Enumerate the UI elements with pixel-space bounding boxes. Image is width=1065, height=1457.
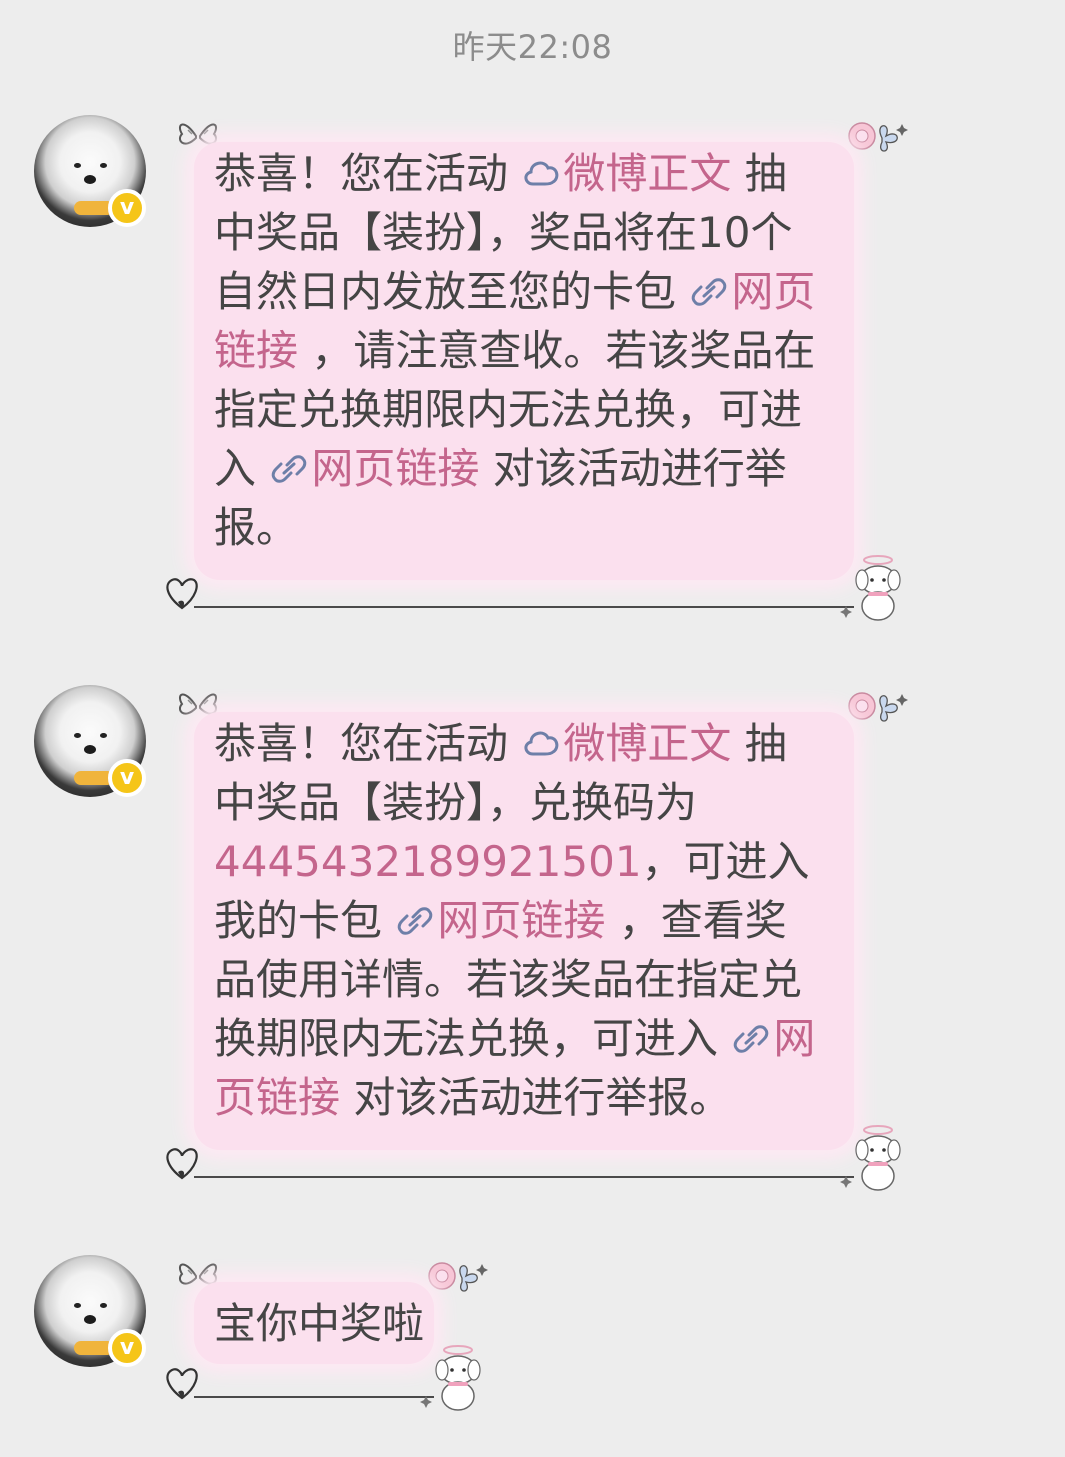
message-text-segment: 换期限内无法兑换，可进入 [214, 1014, 732, 1063]
message-line: 换期限内无法兑换，可进入 网 [214, 1009, 815, 1068]
message-line: 页链接 对该活动进行举报。 [214, 1068, 815, 1127]
flower-butterfly-doodle-icon [848, 122, 908, 152]
message-link[interactable]: 网页 [731, 267, 815, 316]
message-link[interactable]: 4445432189921501 [214, 837, 642, 886]
message-link[interactable]: 链接 [214, 326, 298, 375]
message-text-segment: 恭喜！您在活动 [214, 719, 522, 768]
verified-badge-icon: v [108, 759, 146, 797]
message-bubble[interactable]: 恭喜！您在活动 微博正文 抽中奖品【装扮】，奖品将在10个 自然日内发放至您的卡包… [166, 110, 910, 621]
message-line: 4445432189921501，可进入 [214, 832, 815, 891]
message-text-segment: 报。 [214, 503, 299, 552]
avatar[interactable]: v [34, 685, 146, 797]
link-icon [272, 455, 307, 483]
link-icon [734, 1025, 769, 1053]
message-text-segment: 自然日内发放至您的卡包 [214, 267, 690, 316]
message-timestamp: 昨天22:08 [452, 28, 613, 66]
message-text: 恭喜！您在活动 微博正文 抽中奖品【装扮】，奖品将在10个 自然日内发放至您的卡包… [214, 144, 815, 557]
message-text-segment: ，可进入 [641, 837, 810, 886]
flower-butterfly-doodle-icon [848, 692, 908, 722]
message-text-segment: 中奖品【装扮】，兑换码为 [214, 778, 698, 827]
angel-puppy-sticker-icon [420, 1345, 481, 1411]
message-text-segment: 入 [214, 444, 270, 493]
message-bubble[interactable]: 恭喜！您在活动 微博正文 抽中奖品【装扮】，兑换码为 44454321899215… [166, 680, 910, 1191]
message-line: 宝你中奖啦 [214, 1294, 424, 1353]
angel-puppy-sticker-icon [840, 555, 901, 621]
message-text-segment: 指定兑换期限内无法兑换，可进 [214, 385, 803, 434]
message-line: 自然日内发放至您的卡包 网页 [214, 262, 815, 321]
message-text-segment: ，请注意查收。若该奖品在 [298, 326, 816, 375]
message-line: 报。 [214, 498, 815, 557]
link-icon [398, 907, 433, 935]
message-text-segment: ，查看奖 [605, 896, 787, 945]
message-line: 恭喜！您在活动 微博正文 抽 [214, 144, 815, 203]
message-link[interactable]: 网 [773, 1014, 815, 1063]
message-text-segment: 抽 [731, 149, 787, 198]
message-line: 中奖品【装扮】，奖品将在10个 [214, 203, 815, 262]
message-link[interactable]: 微博正文 [563, 149, 731, 198]
bubble-divider-line [194, 1176, 854, 1178]
message-line: 中奖品【装扮】，兑换码为 [214, 773, 815, 832]
message-line: 入 网页链接 对该活动进行举 [214, 439, 815, 498]
message-text-segment: 抽 [731, 719, 787, 768]
message-text: 恭喜！您在活动 微博正文 抽中奖品【装扮】，兑换码为 44454321899215… [214, 714, 815, 1127]
avatar[interactable]: v [34, 1255, 146, 1367]
link-icon [692, 278, 727, 306]
bubble-divider-line [194, 1396, 434, 1398]
message-bubble[interactable]: 宝你中奖啦 [166, 1250, 490, 1411]
message-line: 链接 ，请注意查收。若该奖品在 [214, 321, 815, 380]
message-text-segment: 对该活动进行举报。 [340, 1073, 732, 1122]
message-line: 品使用详情。若该奖品在指定兑 [214, 950, 815, 1009]
message-link[interactable]: 微博正文 [563, 719, 731, 768]
message-text: 宝你中奖啦 [214, 1294, 424, 1353]
message-link[interactable]: 网页链接 [311, 444, 479, 493]
message-line: 恭喜！您在活动 微博正文 抽 [214, 714, 815, 773]
message-text-segment: 对该活动进行举 [479, 444, 787, 493]
flower-butterfly-doodle-icon [428, 1262, 488, 1292]
cloud-icon [524, 161, 559, 186]
avatar[interactable]: v [34, 115, 146, 227]
cloud-icon [524, 731, 559, 756]
message-link[interactable]: 页链接 [214, 1073, 340, 1122]
message-text-segment: 品使用详情。若该奖品在指定兑 [214, 955, 803, 1004]
message-line: 指定兑换期限内无法兑换，可进 [214, 380, 815, 439]
verified-badge-icon: v [108, 1329, 146, 1367]
message-text-segment: 我的卡包 [214, 896, 396, 945]
verified-badge-icon: v [108, 189, 146, 227]
message-text-segment: 中奖品【装扮】，奖品将在10个 [214, 208, 793, 257]
message-line: 我的卡包 网页链接 ，查看奖 [214, 891, 815, 950]
angel-puppy-sticker-icon [840, 1125, 901, 1191]
message-text-segment: 恭喜！您在活动 [214, 149, 522, 198]
message-link[interactable]: 网页链接 [437, 896, 605, 945]
bubble-divider-line [194, 606, 854, 608]
message-text-segment: 宝你中奖啦 [214, 1299, 425, 1348]
